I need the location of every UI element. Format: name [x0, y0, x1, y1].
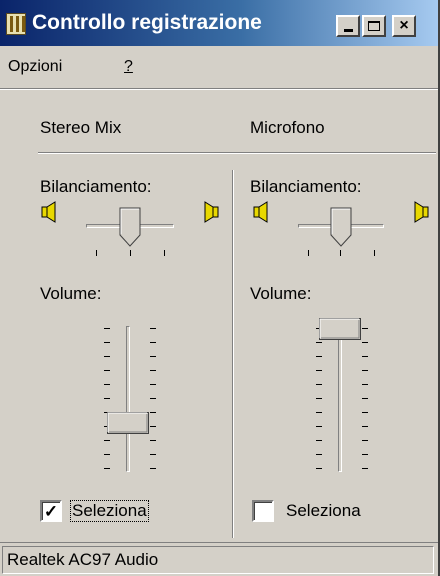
status-text: Realtek AC97 Audio	[2, 546, 434, 574]
volume-tick	[150, 384, 156, 385]
header-divider	[38, 152, 436, 154]
volume-tick	[316, 384, 322, 385]
checkmark-icon: ✓	[43, 501, 59, 521]
volume-tick	[104, 454, 110, 455]
volume-slider-stereo-mix[interactable]	[107, 411, 149, 434]
volume-tick	[104, 468, 110, 469]
volume-tick	[316, 440, 322, 441]
balance-tick	[340, 250, 341, 256]
menu-help-label: ?	[124, 58, 133, 75]
minimize-button[interactable]	[336, 15, 360, 37]
menu-options-label: Opzioni	[8, 58, 63, 75]
volume-tick	[150, 342, 156, 343]
volume-tick	[150, 468, 156, 469]
volume-tick	[150, 398, 156, 399]
volume-tick	[104, 440, 110, 441]
speaker-right-icon	[414, 201, 429, 223]
close-button[interactable]: ×	[392, 15, 416, 37]
volume-tick	[362, 328, 368, 329]
volume-tick	[104, 328, 110, 329]
volume-tick	[362, 412, 368, 413]
volume-track-stereo-mix	[126, 326, 130, 472]
balance-slider-microfono[interactable]	[330, 207, 352, 247]
volume-tick	[104, 342, 110, 343]
balance-tick	[374, 250, 375, 256]
volume-tick	[316, 454, 322, 455]
volume-tick	[362, 468, 368, 469]
close-icon: ×	[399, 17, 409, 34]
select-label-microfono[interactable]: Seleziona	[284, 500, 363, 522]
channel-title-microfono: Microfono	[250, 118, 325, 137]
menu-bar: Opzioni ?	[0, 50, 438, 82]
volume-tick	[362, 398, 368, 399]
balance-tick	[130, 250, 131, 256]
balance-label-microfono: Bilanciamento:	[250, 177, 362, 196]
balance-tick	[308, 250, 309, 256]
mixer-icon[interactable]	[6, 13, 26, 35]
volume-tick	[316, 412, 322, 413]
select-checkbox-stereo-mix[interactable]: ✓	[40, 500, 62, 522]
column-separator	[232, 170, 234, 538]
title-bar[interactable]: Controllo registrazione ×	[0, 0, 438, 46]
maximize-icon	[368, 21, 380, 31]
volume-tick	[316, 426, 322, 427]
volume-tick	[316, 398, 322, 399]
volume-tick	[362, 356, 368, 357]
volume-tick	[104, 370, 110, 371]
window-title: Controllo registrazione	[32, 11, 262, 34]
volume-tick	[362, 342, 368, 343]
channel-title-stereo-mix: Stereo Mix	[40, 118, 122, 137]
speaker-right-icon	[204, 201, 219, 223]
balance-slider-stereo-mix[interactable]	[119, 207, 141, 247]
menu-help[interactable]: ?	[124, 58, 133, 76]
volume-tick	[362, 370, 368, 371]
volume-tick	[316, 356, 322, 357]
status-bar: Realtek AC97 Audio	[0, 542, 438, 576]
volume-tick	[362, 454, 368, 455]
balance-tick	[164, 250, 165, 256]
select-label-stereo-mix[interactable]: Seleziona	[70, 500, 149, 522]
menu-options[interactable]: Opzioni	[8, 58, 62, 76]
volume-tick	[316, 342, 322, 343]
volume-tick	[104, 398, 110, 399]
volume-tick	[104, 356, 110, 357]
select-checkbox-microfono[interactable]	[252, 500, 274, 522]
menu-separator	[0, 88, 438, 90]
speaker-left-icon	[41, 201, 56, 223]
volume-tick	[150, 412, 156, 413]
recording-control-window: Controllo registrazione × Opzioni ? Ster…	[0, 0, 440, 576]
volume-tick	[150, 328, 156, 329]
volume-tick	[150, 370, 156, 371]
balance-tick	[96, 250, 97, 256]
volume-tick	[362, 426, 368, 427]
volume-slider-microfono[interactable]	[319, 318, 361, 340]
volume-track-microfono	[338, 326, 342, 472]
volume-tick	[150, 356, 156, 357]
volume-tick	[316, 468, 322, 469]
volume-tick	[316, 370, 322, 371]
minimize-icon	[343, 28, 353, 32]
balance-label-stereo-mix: Bilanciamento:	[40, 177, 152, 196]
speaker-left-icon	[253, 201, 268, 223]
volume-tick	[150, 454, 156, 455]
maximize-button[interactable]	[362, 15, 386, 37]
volume-tick	[362, 384, 368, 385]
volume-label-stereo-mix: Volume:	[40, 284, 102, 303]
volume-label-microfono: Volume:	[250, 284, 312, 303]
volume-tick	[150, 426, 156, 427]
volume-tick	[104, 384, 110, 385]
volume-tick	[150, 440, 156, 441]
volume-tick	[362, 440, 368, 441]
